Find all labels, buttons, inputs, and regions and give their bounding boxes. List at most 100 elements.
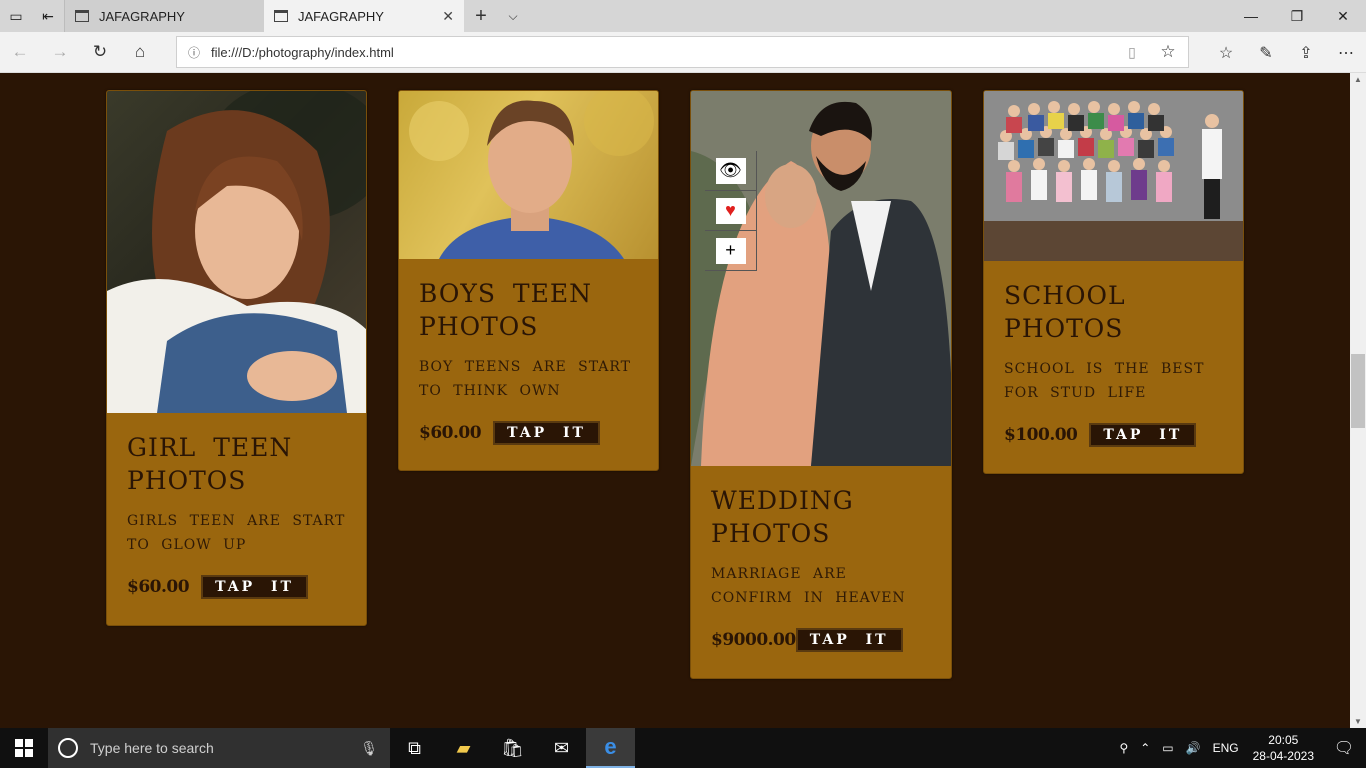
scroll-down-icon[interactable]: ▼ xyxy=(1354,717,1362,726)
card-title: BOYS TEEN PHOTOS xyxy=(399,277,658,343)
minimize-icon[interactable]: — xyxy=(1228,0,1274,32)
buy-row: $100.00 TAP IT xyxy=(984,423,1243,447)
favorite-star-icon[interactable]: ☆ xyxy=(1148,42,1188,62)
system-tray: ⚲ ⌃ ▭ 🔊 ENG 20:05 28-04-2023 🗨 xyxy=(1113,728,1366,768)
price: $100.00 xyxy=(1004,425,1078,445)
product-card-girl-teen: GIRL TEEN PHOTOS GIRLS TEEN ARE START TO … xyxy=(106,90,367,626)
windows-taskbar: Type here to search 🎙 ⧉ ▰ 🛍 ✉ e ⚲ ⌃ ▭ 🔊 … xyxy=(0,728,1366,768)
set-tabs-aside-icon[interactable]: ⇤ xyxy=(32,0,64,32)
close-tab-icon[interactable]: ✕ xyxy=(442,8,454,25)
clock[interactable]: 20:05 28-04-2023 xyxy=(1245,732,1322,764)
toolbar-buttons: ☆ ✎ ⇪ ⋯ xyxy=(1206,32,1366,73)
reading-view-icon[interactable]: ▯ xyxy=(1116,44,1148,61)
boys-teen-photo xyxy=(399,91,658,259)
tab-title: JAFAGRAPHY xyxy=(99,8,185,24)
eye-icon[interactable]: 👁 xyxy=(715,157,746,184)
clock-time: 20:05 xyxy=(1268,733,1299,747)
mail-icon[interactable]: ✉ xyxy=(537,728,586,768)
card-title: SCHOOL PHOTOS xyxy=(984,279,1243,345)
card-title: WEDDING PHOTOS xyxy=(691,484,951,550)
window-controls: — ❐ ✕ xyxy=(1228,0,1366,32)
page-scrollbar[interactable]: ▲ ▼ xyxy=(1350,73,1366,728)
price: $9000.00 xyxy=(711,630,796,650)
close-window-icon[interactable]: ✕ xyxy=(1320,0,1366,32)
price: $60.00 xyxy=(419,423,482,443)
info-icon[interactable]: ⓘ xyxy=(177,44,211,61)
tab-preview-chevron-icon[interactable]: ⌵ xyxy=(498,0,528,32)
back-button[interactable]: ← xyxy=(0,32,40,72)
browser-nav-bar: ← → ↻ ⌂ ⓘ file:///D:/photography/index.h… xyxy=(0,32,1366,73)
tap-it-button[interactable]: TAP IT xyxy=(493,421,600,445)
home-button[interactable]: ⌂ xyxy=(120,32,160,72)
school-photo xyxy=(984,91,1243,261)
tap-it-button[interactable]: TAP IT xyxy=(1089,423,1197,447)
add-action[interactable]: + xyxy=(705,231,757,271)
page-content: GIRL TEEN PHOTOS GIRLS TEEN ARE START TO … xyxy=(0,73,1350,728)
restore-icon[interactable]: ❐ xyxy=(1274,0,1320,32)
card-description: GIRLS TEEN ARE START TO GLOW UP xyxy=(127,513,346,553)
microphone-icon[interactable]: 🎙 xyxy=(360,740,378,757)
card-title-line1: BOYS TEEN xyxy=(419,279,592,308)
forward-button[interactable]: → xyxy=(40,32,80,72)
product-card-boys-teen: BOYS TEEN PHOTOS BOY TEENS ARE START TO T… xyxy=(398,90,659,471)
taskbar-search[interactable]: Type here to search 🎙 xyxy=(48,728,390,768)
tap-it-button[interactable]: TAP IT xyxy=(201,575,308,599)
tab-jafagraphy-2[interactable]: JAFAGRAPHY ✕ xyxy=(264,0,464,32)
share-icon[interactable]: ⇪ xyxy=(1286,32,1326,73)
view-action[interactable]: 👁 xyxy=(705,151,757,191)
card-title-line2: PHOTOS xyxy=(127,466,247,495)
search-placeholder[interactable]: Type here to search xyxy=(90,740,360,756)
wedding-photo: 👁 ♥ + xyxy=(691,91,951,466)
card-title-line2: PHOTOS xyxy=(1004,314,1124,343)
tab-jafagraphy-1[interactable]: JAFAGRAPHY xyxy=(64,0,264,32)
card-description: BOY TEENS ARE START TO THINK OWN xyxy=(419,359,632,399)
action-center-icon[interactable]: 🗨 xyxy=(1322,738,1366,758)
store-icon[interactable]: 🛍 xyxy=(488,728,537,768)
card-title-line2: PHOTOS xyxy=(419,312,539,341)
clock-date: 28-04-2023 xyxy=(1252,749,1314,763)
card-title-line1: WEDDING xyxy=(711,486,854,515)
refresh-button[interactable]: ↻ xyxy=(80,32,120,72)
girl-teen-photo xyxy=(107,91,366,413)
volume-icon[interactable]: 🔊 xyxy=(1180,741,1207,755)
pen-icon[interactable]: ✎ xyxy=(1246,32,1286,73)
task-view-icon[interactable]: ⧉ xyxy=(390,728,439,768)
card-title-line1: SCHOOL xyxy=(1004,281,1126,310)
more-icon[interactable]: ⋯ xyxy=(1326,32,1366,73)
language-indicator[interactable]: ENG xyxy=(1207,741,1245,755)
scrollbar-thumb[interactable] xyxy=(1351,354,1365,428)
card-title-line2: PHOTOS xyxy=(711,519,831,548)
windows-start-icon[interactable] xyxy=(0,728,48,768)
price: $60.00 xyxy=(127,577,190,597)
show-hidden-icons-chevron-icon[interactable]: ⌃ xyxy=(1134,741,1156,755)
overlay-actions: 👁 ♥ + xyxy=(705,151,757,271)
like-action[interactable]: ♥ xyxy=(705,191,757,231)
tap-it-button[interactable]: TAP IT xyxy=(795,628,903,652)
file-explorer-icon[interactable]: ▰ xyxy=(439,728,488,768)
scroll-up-icon[interactable]: ▲ xyxy=(1354,75,1362,84)
page-icon xyxy=(75,10,89,22)
card-title: GIRL TEEN PHOTOS xyxy=(107,431,366,497)
heart-icon[interactable]: ♥ xyxy=(715,197,746,224)
edge-browser-icon[interactable]: e xyxy=(586,728,635,768)
cortana-icon[interactable] xyxy=(58,738,78,758)
buy-row: $60.00 TAP IT xyxy=(107,575,366,599)
card-title-line1: GIRL TEEN xyxy=(127,433,293,462)
address-bar[interactable]: ⓘ file:///D:/photography/index.html ▯ ☆ xyxy=(176,36,1189,68)
page-icon xyxy=(274,10,288,22)
tab-title: JAFAGRAPHY xyxy=(298,8,384,24)
url-text[interactable]: file:///D:/photography/index.html xyxy=(211,45,1116,60)
tab-actions-icon[interactable]: ▭ xyxy=(0,0,32,32)
battery-icon[interactable]: ▭ xyxy=(1156,741,1179,755)
product-card-school: SCHOOL PHOTOS SCHOOL IS THE BEST FOR STUD… xyxy=(983,90,1244,474)
browser-tab-bar: ▭ ⇤ JAFAGRAPHY JAFAGRAPHY ✕ + ⌵ — ❐ ✕ xyxy=(0,0,1366,32)
new-tab-button[interactable]: + xyxy=(464,0,498,32)
product-card-wedding: 👁 ♥ + WEDDING PHOTOS MARRIAGE ARE CONFIRM… xyxy=(690,90,952,679)
card-description: SCHOOL IS THE BEST FOR STUD LIFE xyxy=(1004,361,1205,401)
card-description: MARRIAGE ARE CONFIRM IN HEAVEN xyxy=(711,566,906,606)
buy-row: $9000.00 TAP IT xyxy=(691,628,951,652)
plus-icon[interactable]: + xyxy=(715,237,746,264)
people-icon[interactable]: ⚲ xyxy=(1113,741,1134,755)
buy-row: $60.00 TAP IT xyxy=(399,421,658,445)
favorites-icon[interactable]: ☆ xyxy=(1206,32,1246,73)
